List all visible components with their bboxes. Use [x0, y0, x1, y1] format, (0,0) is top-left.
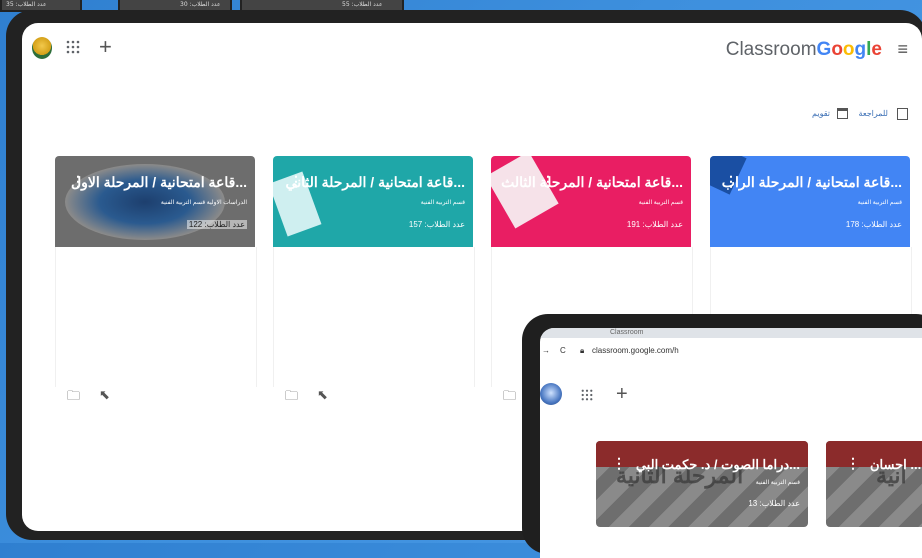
tablet-screen: Classroom → C 🔒︎ classroom.google.com/h … — [540, 328, 922, 558]
class-title[interactable]: احسان ... — [870, 457, 921, 473]
top-app-bar: + ClassroomGoogle ≡ — [22, 23, 922, 79]
class-card[interactable]: ⋮ قاعة امتحانية / المرحلة الراب... قسم ا… — [710, 156, 910, 247]
class-title[interactable]: دراما الصوت / د. حكمت البي... — [636, 457, 800, 473]
more-options-icon[interactable]: ⋮ — [846, 455, 860, 472]
tablet-class-card[interactable]: المرحلة الثانية ⋮ دراما الصوت / د. حكمت … — [596, 441, 808, 527]
student-count: عدد الطلاب: 191 — [626, 220, 683, 229]
browser-tab-label[interactable]: Classroom — [610, 329, 643, 336]
class-subtitle: قسم التربية الفنية — [857, 200, 902, 206]
folder-icon[interactable]: 🗀 — [67, 387, 80, 409]
browser-tab-strip: Classroom — [540, 328, 922, 338]
class-title[interactable]: قاعة امتحانية / المرحلة الاول... — [71, 174, 247, 191]
browser-address-bar: → C 🔒︎ classroom.google.com/h — [540, 342, 922, 360]
add-class-icon[interactable]: + — [616, 383, 628, 406]
class-title[interactable]: قاعة امتحانية / المرحلة الراب... — [722, 174, 902, 191]
apps-grid-icon[interactable] — [66, 40, 80, 54]
apps-grid-icon[interactable] — [581, 388, 593, 406]
back-arrow-icon[interactable]: → — [542, 346, 550, 355]
background-tile-text: عدد الطلاب: 55 — [342, 1, 383, 8]
calendar-link[interactable]: تقويم — [812, 109, 830, 118]
student-count: عدد الطلاب: 157 — [408, 220, 465, 229]
review-link[interactable]: للمراجعة — [859, 109, 888, 118]
background-tile-text: عدد الطلاب: 30 — [180, 1, 221, 8]
hamburger-menu-icon[interactable]: ≡ — [897, 39, 908, 60]
folder-icon[interactable]: 🗀 — [285, 387, 298, 409]
trending-icon[interactable]: ⬉ — [99, 387, 110, 403]
student-count: عدد الطلاب: 178 — [845, 220, 902, 229]
background-tile-text: عدد الطلاب: 35 — [6, 1, 47, 8]
class-card[interactable]: ⋮ قاعة امتحانية / المرحلة الثالث... قسم … — [491, 156, 691, 247]
add-class-icon[interactable]: + — [99, 34, 112, 60]
calendar-icon[interactable] — [837, 108, 848, 119]
lock-icon: 🔒︎ — [580, 346, 585, 355]
class-subtitle: قسم التربية الفنية — [755, 480, 800, 486]
institution-logo — [32, 37, 52, 59]
class-subtitle: الدراسات الاولية قسم التربية الفنية — [160, 200, 247, 206]
class-card-body — [55, 247, 257, 387]
class-subtitle: قسم التربية الفنية — [638, 200, 683, 206]
reload-icon[interactable]: C — [560, 346, 566, 355]
trending-icon[interactable]: ⬉ — [317, 387, 328, 403]
review-icon[interactable] — [897, 108, 908, 120]
class-card[interactable]: ⋮ قاعة امتحانية / المرحلة الاول... الدرا… — [55, 156, 255, 247]
more-options-icon[interactable]: ⋮ — [612, 455, 626, 472]
brand-google-text: Google — [816, 39, 882, 60]
student-count: عدد الطلاب: 122 — [186, 220, 247, 229]
class-subtitle: قسم التربية الفنية — [420, 200, 465, 206]
classroom-brand[interactable]: ClassroomGoogle — [726, 39, 882, 61]
folder-icon[interactable]: 🗀 — [503, 387, 516, 409]
class-title[interactable]: قاعة امتحانية / المرحلة الثالث... — [501, 174, 683, 191]
tablet-class-card[interactable]: انية ⋮ احسان ... — [826, 441, 922, 527]
class-card-body — [273, 247, 475, 387]
student-count: عدد الطلاب: 13 — [748, 499, 800, 508]
card-illustration — [491, 156, 559, 229]
url-text[interactable]: classroom.google.com/h — [592, 346, 679, 355]
class-card[interactable]: ⋮ قاعة امتحانية / المرحلة الثاني... قسم … — [273, 156, 473, 247]
class-title[interactable]: قاعة امتحانية / المرحلة الثاني... — [286, 174, 465, 191]
brand-classroom-text: Classroom — [725, 39, 817, 60]
institution-logo — [540, 383, 562, 405]
